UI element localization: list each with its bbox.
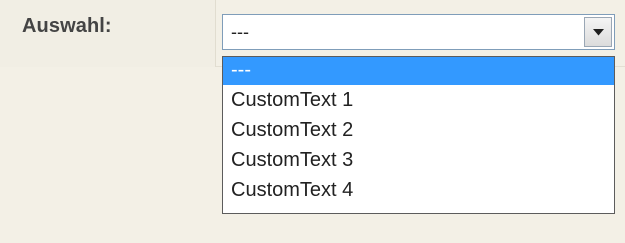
dropdown-options-list[interactable]: --- CustomText 1 CustomText 2 CustomText… <box>222 56 615 214</box>
select-dropdown[interactable]: --- <box>222 14 615 50</box>
option-customtext-2[interactable]: CustomText 2 <box>223 115 614 145</box>
dropdown-arrow-button[interactable] <box>584 17 612 47</box>
label-cell: Auswahl: <box>0 0 216 67</box>
select-current-value: --- <box>231 22 249 42</box>
option-customtext-3[interactable]: CustomText 3 <box>223 145 614 175</box>
option-customtext-4[interactable]: CustomText 4 <box>223 175 614 205</box>
chevron-down-icon <box>592 28 604 35</box>
option-customtext-1[interactable]: CustomText 1 <box>223 85 614 115</box>
option-placeholder[interactable]: --- <box>223 57 614 85</box>
field-label: Auswahl: <box>22 15 112 37</box>
